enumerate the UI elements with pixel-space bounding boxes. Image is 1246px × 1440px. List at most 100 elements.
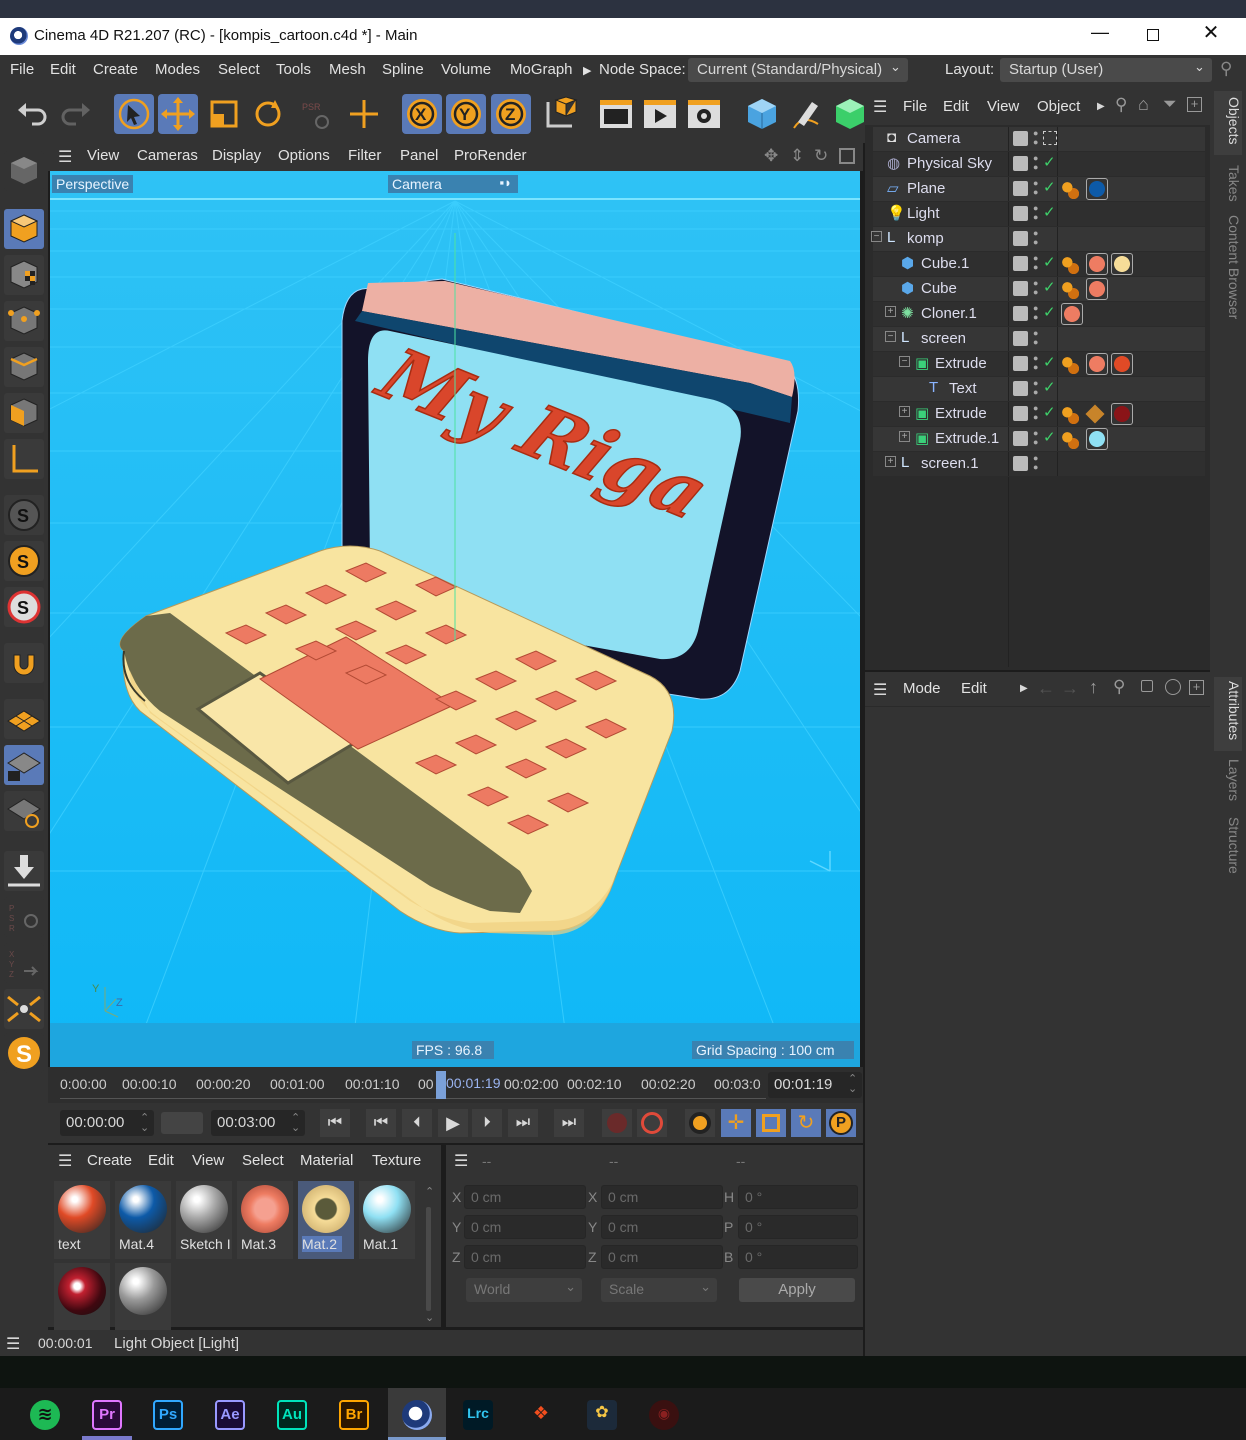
object-row[interactable]: + ✺ Cloner.1 ● ● ✓ bbox=[873, 302, 1205, 326]
scale-tool-button[interactable] bbox=[204, 94, 244, 134]
material-tag-icon[interactable] bbox=[1086, 178, 1108, 200]
vp-menu-options[interactable]: Options bbox=[278, 147, 330, 164]
tab-objects[interactable]: Objects bbox=[1214, 91, 1242, 155]
object-row[interactable]: T Text ● ● ✓ bbox=[873, 377, 1205, 401]
visibility-dots-icon[interactable]: ● ● bbox=[1033, 204, 1038, 222]
visibility-dots-icon[interactable]: ● ● bbox=[1033, 379, 1038, 397]
layer-icon[interactable] bbox=[1013, 356, 1028, 371]
stepper-icon[interactable]: ⌃ ⌄ bbox=[140, 1113, 149, 1134]
object-name[interactable]: komp bbox=[907, 230, 944, 247]
key-scale-button[interactable] bbox=[756, 1109, 786, 1137]
menu-volume[interactable]: Volume bbox=[441, 61, 491, 78]
phong-tag-icon[interactable] bbox=[1061, 281, 1079, 299]
playhead[interactable] bbox=[436, 1071, 446, 1099]
object-name[interactable]: Plane bbox=[907, 180, 945, 197]
edges-mode-button[interactable] bbox=[4, 347, 44, 387]
close-button[interactable]: ✕ bbox=[1196, 20, 1226, 46]
obj-menu-view[interactable]: View bbox=[987, 98, 1019, 115]
material-tag-icon[interactable] bbox=[1111, 403, 1133, 425]
menu-file[interactable]: File bbox=[10, 61, 34, 78]
mat-menu-edit[interactable]: Edit bbox=[148, 1152, 174, 1169]
next-frame-button[interactable]: ⏵ bbox=[472, 1109, 502, 1137]
layer-icon[interactable] bbox=[1013, 431, 1028, 446]
search-icon[interactable]: ⚲ bbox=[1220, 59, 1232, 79]
redo-button[interactable] bbox=[56, 94, 96, 134]
play-button[interactable]: ▶ bbox=[438, 1109, 468, 1137]
xyz-lock-button[interactable]: XYZ bbox=[4, 943, 44, 983]
expand-toggle-icon[interactable]: − bbox=[899, 356, 910, 367]
sketch-style-button[interactable]: S bbox=[4, 1033, 44, 1073]
move-tool-button[interactable] bbox=[158, 94, 198, 134]
enabled-check-icon[interactable]: ✓ bbox=[1043, 403, 1056, 421]
object-row[interactable]: − Lscreen ● ● bbox=[873, 327, 1205, 351]
menu-mesh[interactable]: Mesh bbox=[329, 61, 366, 78]
object-name[interactable]: Cube bbox=[921, 280, 957, 297]
material-swatch[interactable]: Mat.2 bbox=[298, 1181, 354, 1259]
phong-tag-icon[interactable] bbox=[1061, 256, 1079, 274]
visibility-dots-icon[interactable]: ● ● bbox=[1033, 404, 1038, 422]
tab-attributes[interactable]: Attributes bbox=[1214, 677, 1242, 751]
layer-icon[interactable] bbox=[1013, 206, 1028, 221]
previous-frame-button[interactable]: ⏴ bbox=[402, 1109, 432, 1137]
rot-h-field[interactable]: 0 ° bbox=[738, 1185, 858, 1209]
menu-select[interactable]: Select bbox=[218, 61, 260, 78]
menu-more-arrow[interactable]: ▶ bbox=[1020, 683, 1028, 694]
psr-lock-button[interactable]: PSR bbox=[4, 897, 44, 937]
material-scrollbar[interactable]: ⌃ ⌄ bbox=[424, 1185, 434, 1324]
go-to-end-button[interactable]: ⏭ bbox=[554, 1109, 584, 1137]
rotate-view-icon[interactable]: ↻ bbox=[814, 146, 828, 166]
model-mode-button[interactable] bbox=[4, 209, 44, 249]
menu-create[interactable]: Create bbox=[93, 61, 138, 78]
object-name[interactable]: Extrude bbox=[935, 405, 987, 422]
end-time-field[interactable]: 00:03:00 ⌃ ⌄ bbox=[211, 1110, 305, 1136]
z-axis-button[interactable]: Z bbox=[491, 94, 531, 134]
enabled-check-icon[interactable]: ✓ bbox=[1043, 253, 1056, 271]
rotate-tool-button[interactable] bbox=[248, 94, 288, 134]
hamburger-icon[interactable]: ☰ bbox=[873, 97, 887, 117]
obj-menu-object[interactable]: Object bbox=[1037, 98, 1080, 115]
mat-menu-material[interactable]: Material bbox=[300, 1152, 353, 1169]
mat-menu-view[interactable]: View bbox=[192, 1152, 224, 1169]
x-axis-button[interactable]: X bbox=[402, 94, 442, 134]
current-frame-field[interactable]: 00:01:19 ⌃ ⌄ bbox=[768, 1072, 862, 1098]
hamburger-icon[interactable]: ☰ bbox=[6, 1334, 20, 1354]
obj-menu-file[interactable]: File bbox=[903, 98, 927, 115]
vp-menu-panel[interactable]: Panel bbox=[400, 147, 438, 164]
visibility-dots-icon[interactable]: ● ● bbox=[1033, 329, 1038, 347]
pen-tool-button[interactable] bbox=[786, 94, 826, 134]
object-name[interactable]: Camera bbox=[907, 130, 960, 147]
record-button[interactable] bbox=[602, 1109, 632, 1137]
enabled-check-icon[interactable]: ✓ bbox=[1043, 378, 1056, 396]
obj-menu-edit[interactable]: Edit bbox=[943, 98, 969, 115]
layer-icon[interactable] bbox=[1013, 256, 1028, 271]
layer-icon[interactable] bbox=[1013, 456, 1028, 471]
next-key-button[interactable]: ⏭ bbox=[508, 1109, 538, 1137]
layer-icon[interactable] bbox=[1013, 331, 1028, 346]
object-name[interactable]: Extrude bbox=[935, 355, 987, 372]
node-space-select[interactable]: Current (Standard/Physical) ⌄ bbox=[688, 58, 908, 82]
search-icon[interactable]: ⚲ bbox=[1113, 677, 1125, 697]
apply-button[interactable]: Apply bbox=[739, 1278, 855, 1302]
world-select[interactable]: World ⌄ bbox=[466, 1278, 582, 1302]
cube-object-button[interactable] bbox=[742, 94, 782, 134]
other-app-icon[interactable]: ◉ bbox=[649, 1400, 679, 1430]
photoshop-icon[interactable]: Ps bbox=[153, 1400, 183, 1430]
workplane-button[interactable] bbox=[4, 699, 44, 739]
size-x-field[interactable]: 0 cm bbox=[601, 1185, 723, 1209]
audition-icon[interactable]: Au bbox=[277, 1400, 307, 1430]
rot-p-field[interactable]: 0 ° bbox=[738, 1215, 858, 1239]
layer-icon[interactable] bbox=[1013, 381, 1028, 396]
attr-menu-mode[interactable]: Mode bbox=[903, 680, 941, 697]
object-row[interactable]: + ▣ Extrude ● ● ✓ bbox=[873, 402, 1205, 426]
menu-edit[interactable]: Edit bbox=[50, 61, 76, 78]
object-name[interactable]: Cube.1 bbox=[921, 255, 969, 272]
solo-hierarchy-button[interactable]: S bbox=[4, 587, 44, 627]
camera-label[interactable]: Camera ▪◗ bbox=[388, 175, 518, 193]
back-arrow-icon[interactable]: ← bbox=[1037, 678, 1055, 699]
enabled-check-icon[interactable]: ✓ bbox=[1043, 353, 1056, 371]
lightroom-classic-icon[interactable]: Lrc bbox=[463, 1400, 493, 1430]
material-tag-icon[interactable] bbox=[1061, 303, 1083, 325]
object-name[interactable]: Cloner.1 bbox=[921, 305, 977, 322]
filter-icon[interactable]: ⏷ bbox=[1163, 94, 1177, 114]
minimize-button[interactable]: — bbox=[1085, 22, 1115, 48]
